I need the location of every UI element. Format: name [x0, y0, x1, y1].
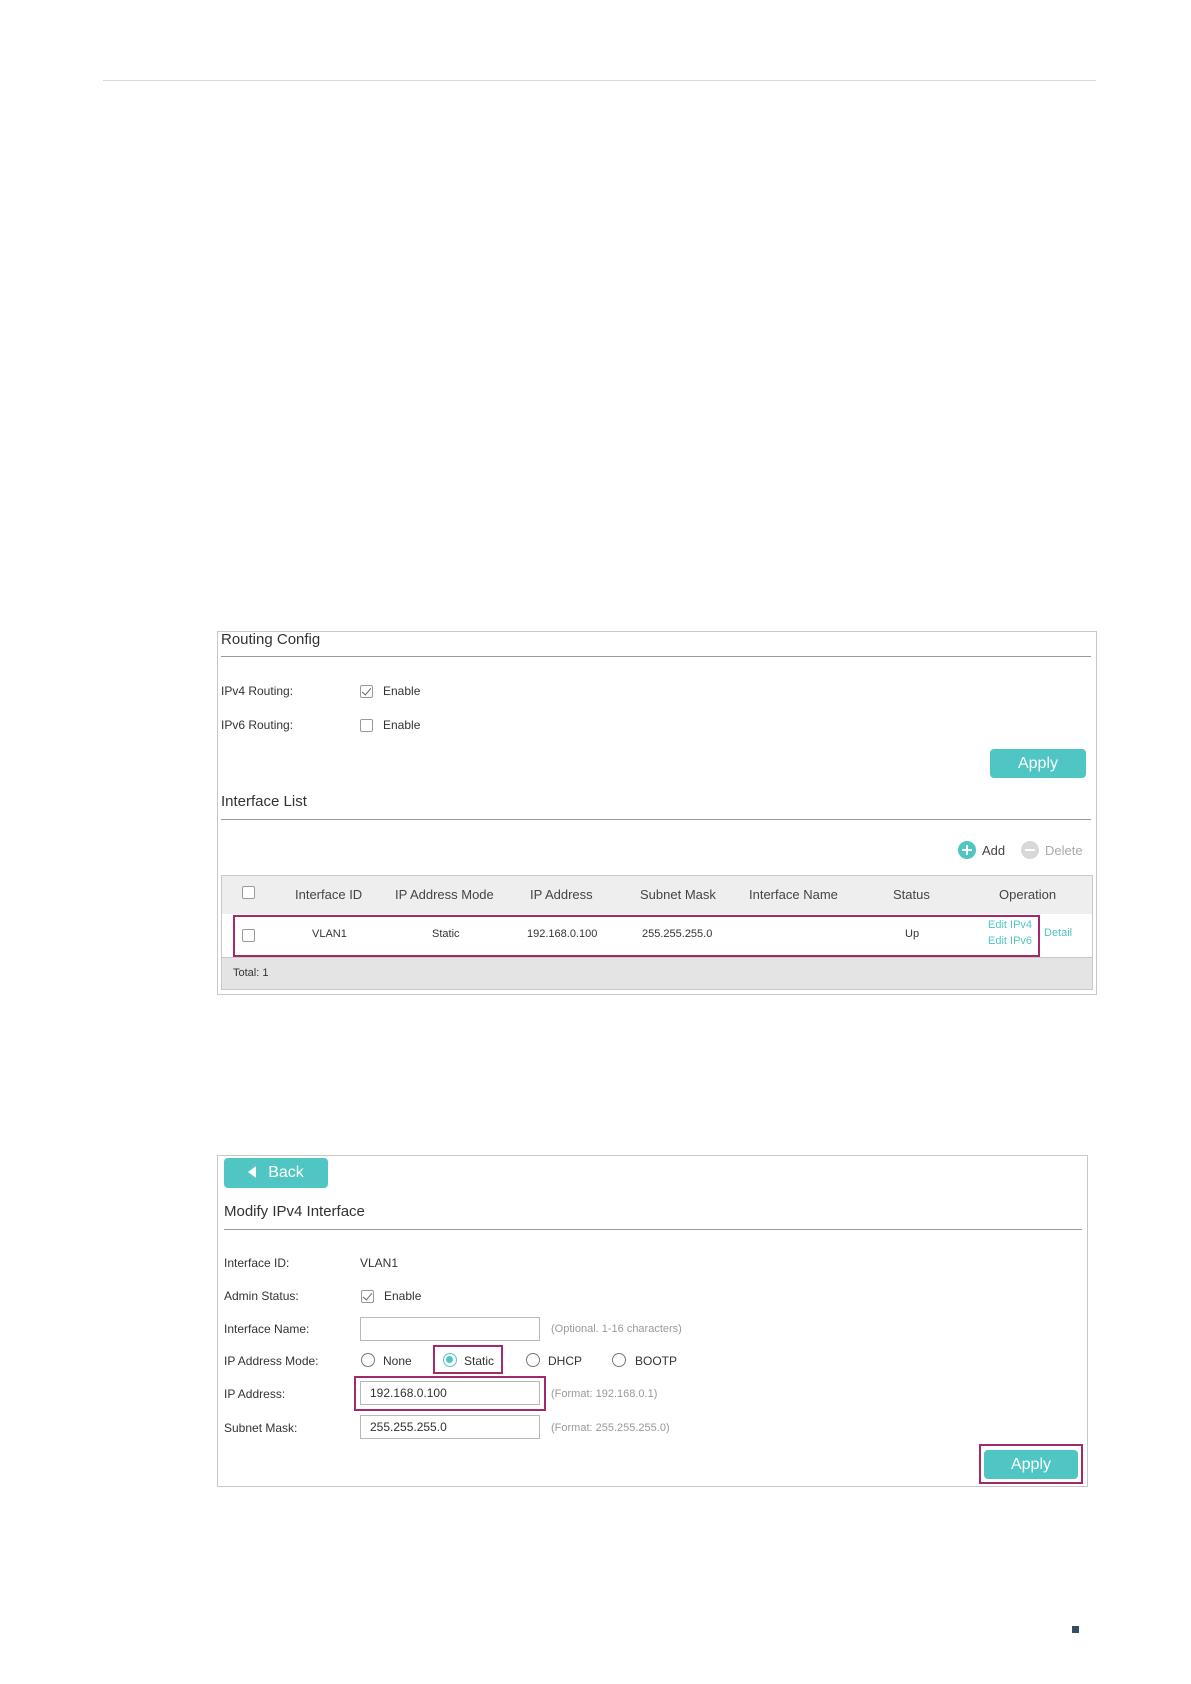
delete-circle-icon	[1021, 841, 1039, 859]
section-divider	[221, 819, 1091, 820]
modify-ipv4-panel: Back Modify IPv4 Interface Interface ID:…	[217, 1155, 1088, 1487]
ip-mode-none-label: None	[383, 1354, 412, 1368]
edit-ipv4-link[interactable]: Edit IPv4	[988, 919, 1032, 931]
column-header[interactable]: Status	[893, 887, 930, 902]
add-circle-icon	[958, 841, 976, 859]
subnet-mask-label: Subnet Mask:	[224, 1421, 298, 1435]
ipv4-routing-label: IPv4 Routing:	[221, 684, 294, 698]
column-header[interactable]: Interface Name	[749, 887, 838, 902]
ipv4-routing-checkbox[interactable]	[360, 685, 373, 698]
column-header[interactable]: Interface ID	[295, 887, 362, 902]
routing-config-panel: Routing Config IPv4 Routing: Enable IPv6…	[217, 631, 1097, 995]
admin-status-label: Admin Status:	[224, 1289, 299, 1303]
ip-address-label: IP Address:	[224, 1387, 286, 1401]
ip-mode-static-label: Static	[464, 1354, 495, 1368]
delete-button[interactable]: Delete	[1021, 841, 1083, 859]
ip-address-hint: (Format: 192.168.0.1)	[551, 1388, 658, 1400]
section-divider	[224, 1229, 1082, 1230]
ip-mode-bootp-label: BOOTP	[635, 1354, 678, 1368]
row-checkbox[interactable]	[242, 929, 255, 942]
ip-mode-dhcp-label: DHCP	[548, 1354, 583, 1368]
ip-mode-label: IP Address Mode:	[224, 1354, 319, 1368]
select-all-checkbox[interactable]	[242, 886, 255, 899]
interface-id-value: VLAN1	[360, 1256, 399, 1270]
interface-list-title: Interface List	[221, 793, 307, 810]
modify-ipv4-title: Modify IPv4 Interface	[224, 1203, 365, 1220]
subnet-mask-input[interactable]	[360, 1415, 540, 1439]
modify-apply-button[interactable]: Apply	[984, 1450, 1078, 1479]
cell-ip-address: 192.168.0.100	[527, 928, 598, 940]
cell-ip-mode: Static	[432, 928, 460, 940]
routing-apply-button[interactable]: Apply	[990, 749, 1086, 778]
interface-id-label: Interface ID:	[224, 1256, 290, 1270]
table-footer: Total: 1	[222, 957, 1092, 989]
cell-status: Up	[905, 928, 920, 940]
add-button[interactable]: Add	[958, 841, 1005, 859]
back-arrow-icon	[248, 1166, 257, 1178]
edit-ipv6-link[interactable]: Edit IPv6	[988, 935, 1032, 947]
section-divider	[221, 656, 1091, 657]
column-header[interactable]: IP Address	[530, 887, 593, 902]
subnet-mask-hint: (Format: 255.255.255.0)	[551, 1422, 670, 1434]
column-header: Operation	[999, 887, 1057, 902]
total-count: Total: 1	[233, 967, 269, 979]
interface-table: Interface ID IP Address Mode IP Address …	[221, 875, 1093, 990]
table-row[interactable]: VLAN1 Static 192.168.0.100 255.255.255.0…	[222, 914, 1092, 956]
ip-address-input[interactable]	[360, 1381, 540, 1405]
ip-mode-dhcp-radio[interactable]	[526, 1353, 540, 1367]
ip-mode-static-radio[interactable]	[443, 1353, 457, 1367]
ipv4-routing-enable-label: Enable	[383, 684, 421, 698]
page-marker	[1072, 1626, 1079, 1633]
detail-link[interactable]: Detail	[1044, 927, 1072, 939]
column-header[interactable]: Subnet Mask	[640, 887, 716, 902]
add-label: Add	[982, 842, 1006, 858]
interface-name-input[interactable]	[360, 1317, 540, 1341]
ipv6-routing-enable-label: Enable	[383, 718, 421, 732]
routing-config-title: Routing Config	[221, 631, 321, 648]
page-header-rule	[103, 80, 1096, 81]
cell-subnet-mask: 255.255.255.0	[642, 928, 713, 940]
back-button[interactable]: Back	[224, 1158, 328, 1188]
ip-mode-bootp-radio[interactable]	[612, 1353, 626, 1367]
interface-name-label: Interface Name:	[224, 1322, 310, 1336]
table-header: Interface ID IP Address Mode IP Address …	[222, 876, 1092, 915]
interface-name-hint: (Optional. 1-16 characters)	[551, 1323, 682, 1335]
column-header[interactable]: IP Address Mode	[395, 887, 494, 902]
delete-label: Delete	[1045, 842, 1083, 858]
ipv6-routing-checkbox[interactable]	[360, 719, 373, 732]
back-label: Back	[268, 1164, 304, 1181]
cell-interface-id: VLAN1	[312, 928, 347, 940]
admin-status-checkbox[interactable]	[361, 1290, 374, 1303]
ipv6-routing-label: IPv6 Routing:	[221, 718, 294, 732]
admin-status-enable-label: Enable	[384, 1289, 422, 1303]
ip-mode-none-radio[interactable]	[361, 1353, 375, 1367]
